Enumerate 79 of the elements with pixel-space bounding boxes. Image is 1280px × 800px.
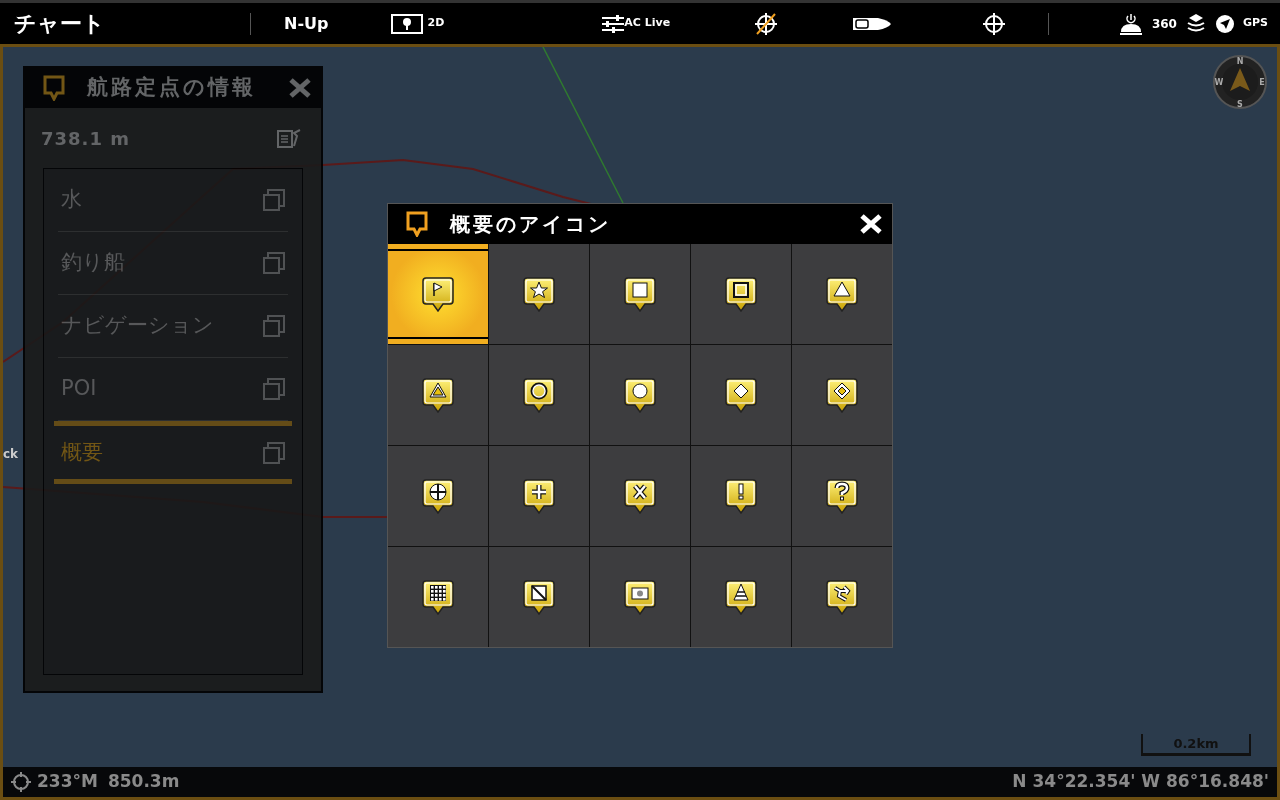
waypoint-marker-icon: [826, 578, 858, 616]
waypoint-marker-icon: [826, 376, 858, 414]
waypoint-marker-icon: [624, 275, 656, 313]
compass-south: S: [1237, 100, 1243, 109]
icon-option[interactable]: [590, 244, 690, 344]
compass-north: N: [1236, 57, 1244, 66]
waypoint-marker-icon: [624, 578, 656, 616]
copy-icon: [263, 252, 285, 274]
category-item[interactable]: POI: [58, 358, 288, 421]
category-item[interactable]: 釣り船: [58, 232, 288, 295]
compass-east: E: [1259, 78, 1265, 87]
panel-title: 航路定点の情報: [87, 74, 257, 102]
icon-option[interactable]: [691, 446, 791, 546]
waypoint-icon: [43, 75, 65, 101]
icon-option[interactable]: [691, 244, 791, 344]
target-icon: [11, 772, 31, 792]
view-mode-label: 2D: [427, 15, 445, 32]
map-label: ck: [3, 446, 19, 463]
boat-icon[interactable]: [852, 15, 893, 32]
dialog-title: 概要のアイコン: [450, 211, 612, 238]
waypoint-marker-icon: [523, 578, 555, 616]
icon-option[interactable]: [388, 446, 488, 546]
icon-option[interactable]: [489, 244, 589, 344]
icon-option[interactable]: [489, 547, 589, 647]
copy-icon: [263, 378, 285, 400]
sonar-360-button[interactable]: 360: [1151, 14, 1177, 33]
map-pin-icon[interactable]: [391, 13, 424, 34]
icon-option[interactable]: [388, 547, 488, 647]
distance-text: 738.1 m: [41, 126, 130, 151]
compass-west: W: [1214, 78, 1224, 87]
waypoint-marker-icon: [826, 275, 858, 313]
waypoint-icon: [406, 211, 428, 237]
screen-title: チャート: [14, 10, 105, 38]
gps-button[interactable]: GPS: [1243, 15, 1268, 32]
transducer-icon[interactable]: [1117, 11, 1144, 36]
heading-text: 233°M: [37, 770, 98, 794]
list-edit-icon[interactable]: [277, 128, 301, 148]
waypoint-marker-icon: [725, 275, 757, 313]
category-item[interactable]: 水: [58, 169, 288, 232]
icon-option[interactable]: [792, 244, 892, 344]
icon-option[interactable]: [388, 345, 488, 445]
crosshair-icon[interactable]: [982, 11, 1007, 36]
category-item[interactable]: 概要: [54, 421, 292, 484]
icon-option[interactable]: [691, 547, 791, 647]
icon-option[interactable]: [792, 345, 892, 445]
waypoint-marker-icon: [422, 477, 454, 515]
waypoint-marker-icon: [725, 578, 757, 616]
waypoint-marker-icon: [422, 376, 454, 414]
icon-option[interactable]: [691, 345, 791, 445]
icon-option[interactable]: [489, 345, 589, 445]
copy-icon: [263, 189, 285, 211]
icon-option[interactable]: [590, 547, 690, 647]
waypoint-marker-icon: [523, 376, 555, 414]
icon-option[interactable]: [590, 446, 690, 546]
waypoint-marker-icon: [725, 376, 757, 414]
compass-icon[interactable]: N E S W: [1213, 55, 1267, 109]
icon-option[interactable]: [489, 446, 589, 546]
waypoint-marker-icon: [624, 376, 656, 414]
waypoint-marker-icon: [523, 275, 555, 313]
waypoint-marker-icon: [826, 477, 858, 515]
scale-bar: 0.2km: [1141, 733, 1251, 756]
position-text: N 34°22.354' W 86°16.848': [1012, 770, 1269, 794]
range-text: 850.3m: [107, 770, 180, 794]
waypoint-marker-icon: [422, 578, 454, 616]
orientation-button[interactable]: N-Up: [283, 10, 330, 37]
icon-option[interactable]: [792, 446, 892, 546]
waypoint-marker-icon: [523, 477, 555, 515]
icon-option[interactable]: [792, 547, 892, 647]
ac-live-label: AC Live: [624, 15, 671, 32]
copy-icon: [263, 441, 285, 464]
waypoint-marker-icon: [624, 477, 656, 515]
icon-option[interactable]: [388, 244, 488, 344]
waypoint-marker-icon: [725, 477, 757, 515]
icon-option[interactable]: [590, 345, 690, 445]
copy-icon: [263, 315, 285, 337]
category-item[interactable]: ナビゲーション: [58, 295, 288, 358]
sliders-icon[interactable]: [602, 13, 625, 34]
crosshair-off-icon[interactable]: [754, 11, 779, 36]
waypoint-marker-icon: [422, 275, 454, 313]
